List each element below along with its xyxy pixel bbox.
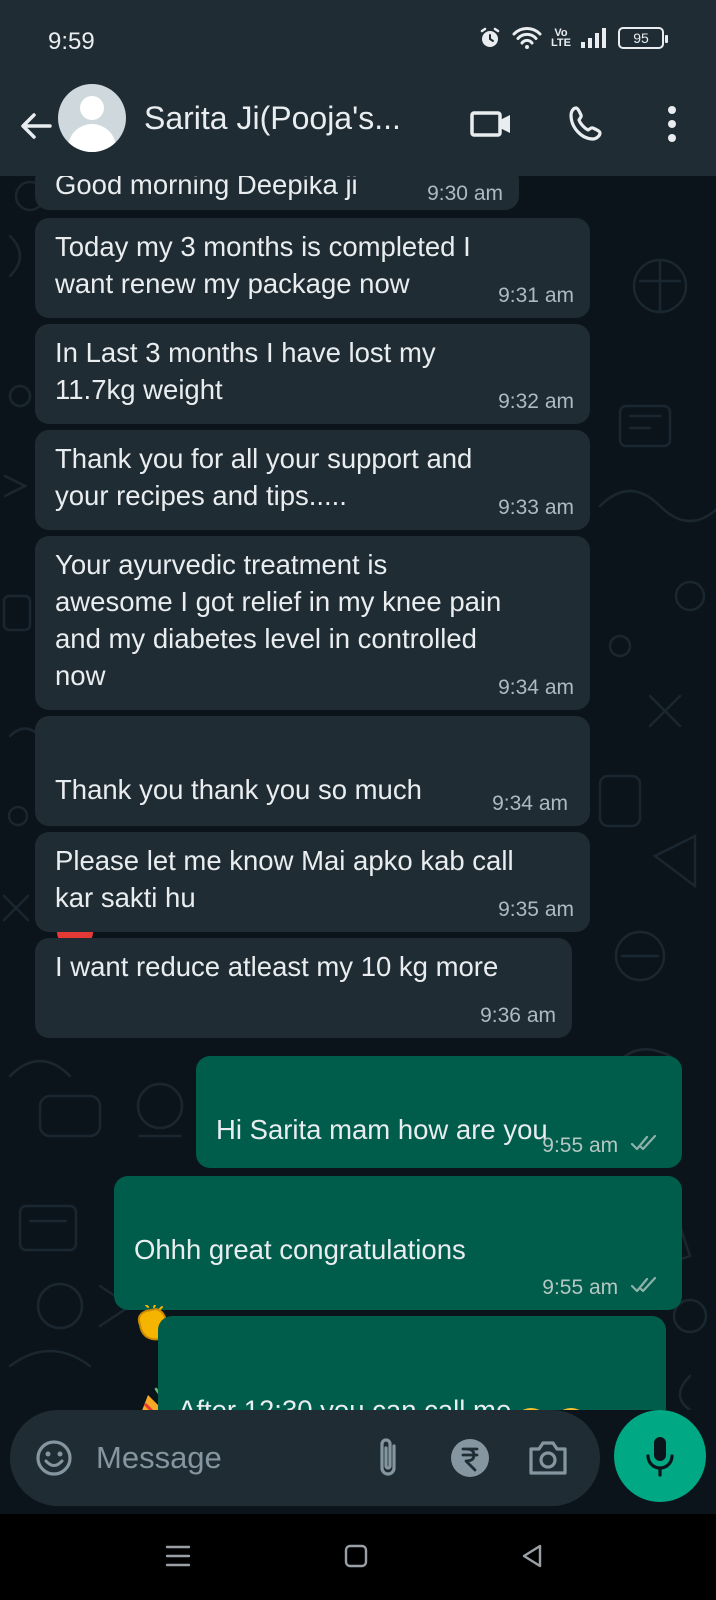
message-text: I want reduce atleast my 10 kg more bbox=[55, 951, 499, 982]
message-time: 9:35 am bbox=[498, 898, 574, 921]
message-text: Your ayurvedic treatment is awesome I go… bbox=[55, 549, 502, 691]
video-call-icon[interactable] bbox=[468, 100, 516, 148]
message-input[interactable]: Message bbox=[10, 1410, 600, 1506]
message-time: 9:32 am bbox=[498, 390, 574, 413]
message-incoming[interactable]: Please let me know Mai apko kab call kar… bbox=[35, 832, 590, 932]
chat-area[interactable]: Good morning Deepika ji 9:30 am Today my… bbox=[0, 176, 716, 1410]
heart-eyes-emoji-icon bbox=[511, 1369, 551, 1410]
message-text: Hi Sarita mam how are you bbox=[216, 1114, 548, 1145]
emoji-icon[interactable] bbox=[28, 1432, 80, 1484]
message-outgoing[interactable]: Hi Sarita mam how are you 9:55 am bbox=[196, 1056, 682, 1223]
status-icons: Vo LTE 95 bbox=[478, 26, 668, 50]
contact-name[interactable]: Sarita Ji(Pooja's... bbox=[144, 100, 401, 137]
home-icon[interactable] bbox=[332, 1536, 380, 1576]
message-incoming[interactable]: Good morning Deepika ji 9:30 am bbox=[35, 176, 519, 210]
alarm-icon bbox=[478, 26, 502, 50]
recents-icon[interactable] bbox=[154, 1536, 202, 1576]
mic-button[interactable] bbox=[614, 1410, 706, 1502]
more-icon[interactable] bbox=[648, 100, 696, 148]
heart-eyes-emoji-icon bbox=[551, 1369, 591, 1410]
volte-icon: Vo LTE bbox=[551, 27, 571, 49]
rupee-icon[interactable] bbox=[444, 1432, 496, 1484]
message-text: Thank you thank you so much bbox=[55, 774, 422, 805]
attach-icon[interactable] bbox=[362, 1432, 414, 1484]
message-text: Ohhh great congratulations bbox=[134, 1234, 466, 1265]
message-time: 9:36 am bbox=[480, 1004, 556, 1027]
mic-icon bbox=[644, 1434, 676, 1478]
message-incoming[interactable]: Thank you thank you so much 9:34 am bbox=[35, 716, 590, 955]
message-time: 9:34 am bbox=[492, 792, 568, 815]
message-outgoing[interactable]: Ohhh great congratulations 9:55 am bbox=[114, 1176, 682, 1410]
back-nav-icon[interactable] bbox=[508, 1536, 556, 1576]
message-incoming[interactable]: I want reduce atleast my 10 kg more 9:36… bbox=[35, 938, 572, 1038]
message-time: 9:55 am bbox=[542, 1133, 619, 1157]
status-time: 9:59 bbox=[48, 28, 95, 55]
read-ticks-icon bbox=[630, 1276, 660, 1300]
phone-icon[interactable] bbox=[562, 100, 610, 148]
avatar[interactable] bbox=[58, 84, 126, 152]
battery-indicator: 95 bbox=[618, 27, 668, 49]
message-incoming[interactable]: In Last 3 months I have lost my 11.7kg w… bbox=[35, 324, 590, 424]
message-text: Today my 3 months is completed I want re… bbox=[55, 231, 471, 299]
message-time: 9:31 am bbox=[498, 284, 574, 307]
signal-icon bbox=[580, 27, 608, 49]
message-time: 9:34 am bbox=[498, 676, 574, 699]
message-incoming[interactable]: Your ayurvedic treatment is awesome I go… bbox=[35, 536, 590, 710]
message-time: 9:33 am bbox=[498, 496, 574, 519]
message-text: Good morning Deepika ji bbox=[55, 176, 358, 200]
read-ticks-icon bbox=[630, 1134, 660, 1158]
avatar-icon bbox=[80, 96, 104, 120]
wifi-icon bbox=[512, 26, 542, 50]
camera-icon[interactable] bbox=[522, 1432, 574, 1484]
message-text: After 12:30 you can call me bbox=[178, 1394, 512, 1410]
message-text: Thank you for all your support and your … bbox=[55, 443, 473, 511]
message-outgoing[interactable]: After 12:30 you can call me bbox=[158, 1316, 666, 1410]
back-arrow-icon[interactable] bbox=[14, 104, 58, 148]
chat-header: Sarita Ji(Pooja's... bbox=[0, 84, 716, 176]
message-text: Please let me know Mai apko kab call kar… bbox=[55, 845, 514, 913]
message-placeholder: Message bbox=[96, 1440, 222, 1475]
message-text: In Last 3 months I have lost my 11.7kg w… bbox=[55, 337, 436, 405]
message-time: 9:30 am bbox=[427, 182, 503, 205]
message-composer: Message bbox=[0, 1410, 716, 1514]
message-time: 9:55 am bbox=[542, 1275, 619, 1299]
message-incoming[interactable]: Today my 3 months is completed I want re… bbox=[35, 218, 590, 318]
status-bar: 9:59 Vo LTE 95 bbox=[0, 0, 716, 84]
message-incoming[interactable]: Thank you for all your support and your … bbox=[35, 430, 590, 530]
system-navigation-bar bbox=[0, 1514, 716, 1600]
